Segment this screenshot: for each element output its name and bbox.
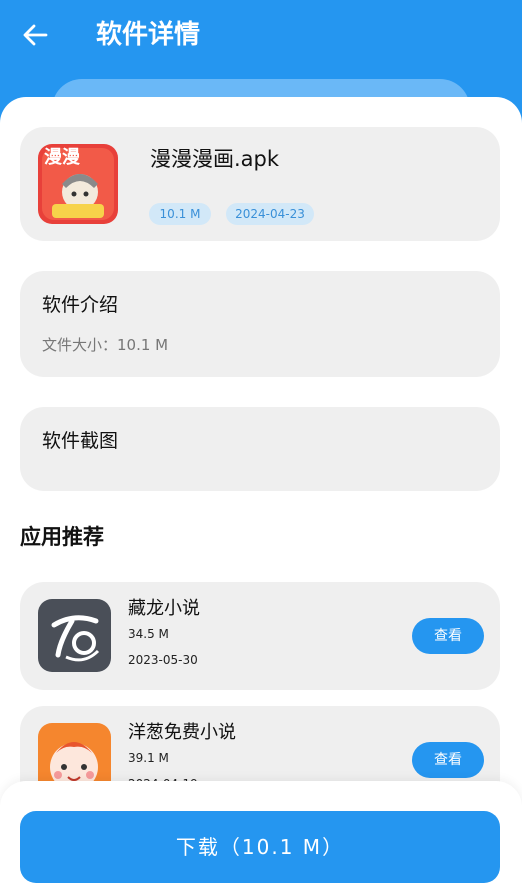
screenshots-card: 软件截图 — [20, 407, 500, 491]
rec-size: 39.1 M — [128, 751, 169, 765]
app-info-card: 漫漫 漫漫漫画.apk 10.1 M 2024-04-23 — [20, 127, 500, 241]
arrow-left-icon — [23, 24, 48, 46]
bottom-bar: 下载（10.1 M） — [0, 781, 522, 896]
page-title: 软件详情 — [96, 20, 201, 50]
rec-size: 34.5 M — [128, 627, 169, 641]
recommend-heading: 应用推荐 — [20, 525, 104, 549]
rec-name: 藏龙小说 — [128, 598, 200, 619]
back-button[interactable] — [20, 20, 50, 50]
list-item: 藏龙小说 34.5 M 2023-05-30 查看 — [20, 582, 500, 690]
rec-date: 2023-05-30 — [128, 653, 198, 667]
app-name: 漫漫漫画.apk — [150, 147, 280, 171]
file-size-text: 文件大小：10.1 M — [42, 336, 169, 354]
view-button[interactable]: 查看 — [412, 742, 484, 778]
date-tag: 2024-04-23 — [226, 203, 314, 225]
screenshots-title: 软件截图 — [42, 430, 119, 452]
app-icon-label: 漫漫 — [44, 147, 80, 168]
intro-title: 软件介绍 — [42, 294, 119, 316]
view-button[interactable]: 查看 — [412, 618, 484, 654]
app-icon: 漫漫 — [38, 144, 118, 224]
size-tag: 10.1 M — [149, 203, 211, 225]
intro-card: 软件介绍 文件大小：10.1 M — [20, 271, 500, 377]
download-button[interactable]: 下载（10.1 M） — [20, 811, 500, 883]
rec-name: 洋葱免费小说 — [128, 722, 236, 743]
app-icon — [38, 599, 111, 672]
